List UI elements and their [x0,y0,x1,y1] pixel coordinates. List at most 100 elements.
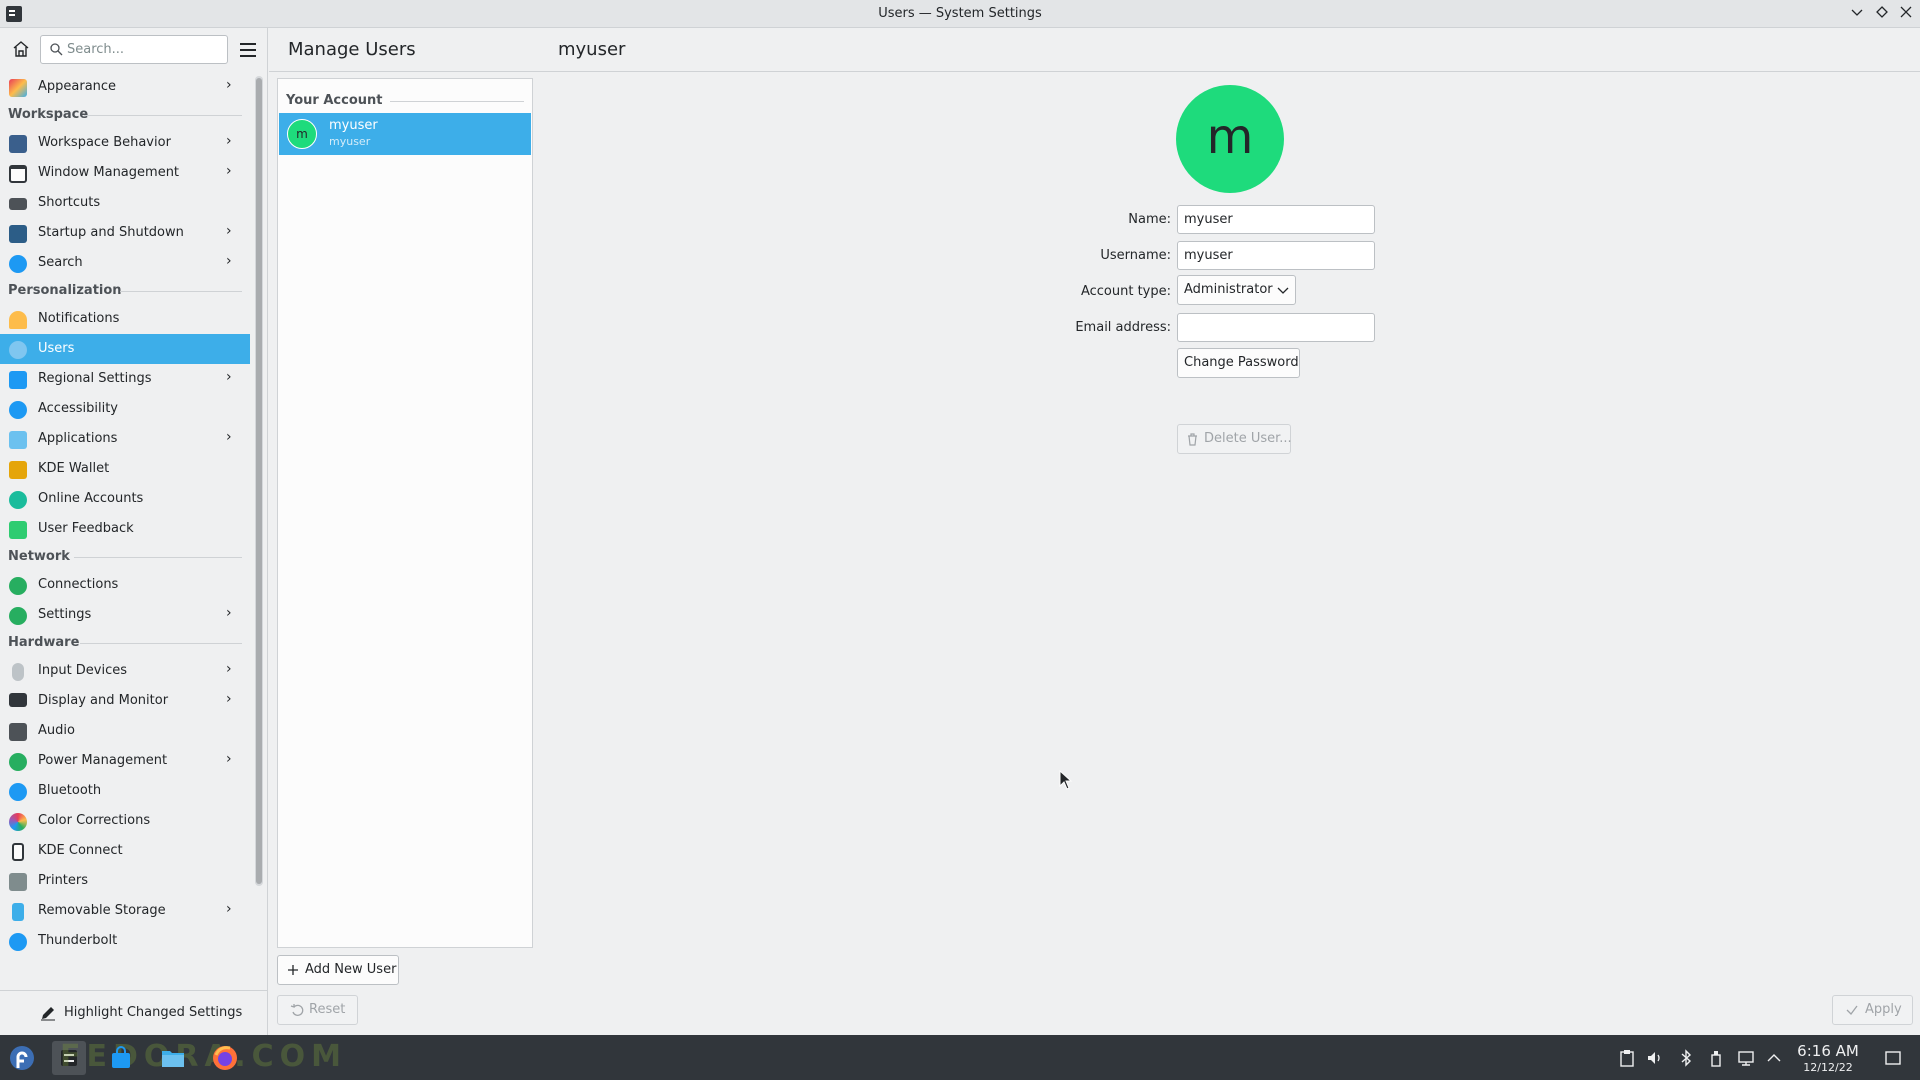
sidebar-item-users[interactable]: Users [0,334,250,364]
application-launcher-button[interactable] [5,1041,39,1075]
chevron-up-icon[interactable] [1765,1049,1783,1067]
sidebar-item-notifications[interactable]: Notifications [0,304,250,334]
sidebar-item-input-devices[interactable]: Input Devices › [0,656,250,686]
sidebar-item-shortcuts[interactable]: Shortcuts [0,188,250,218]
chevron-right-icon: › [226,369,232,385]
search-input[interactable] [67,40,222,59]
sidebar-item-regional-settings[interactable]: Regional Settings › [0,364,250,394]
bluetooth-icon [9,783,27,801]
sidebar-item-online-accounts[interactable]: Online Accounts [0,484,250,514]
sidebar: Appearance › Workspace Workspace Behavio… [0,28,268,1035]
email-field[interactable] [1177,313,1375,342]
usb-drive-icon[interactable] [1707,1049,1725,1067]
monitor-icon [9,693,27,707]
account-type-label: Account type: [1080,284,1171,299]
search-field[interactable] [40,35,228,64]
taskbar-firefox[interactable] [208,1041,242,1075]
show-desktop-icon[interactable] [1884,1049,1902,1067]
users-icon [9,341,27,359]
trash-icon [1188,433,1197,446]
plus-icon [288,965,298,975]
account-type-select[interactable]: Administrator [1177,275,1296,305]
sidebar-item-startup-shutdown[interactable]: Startup and Shutdown › [0,218,250,248]
reset-button[interactable]: Reset [277,995,358,1025]
sidebar-list: Appearance › Workspace Workspace Behavio… [0,72,250,980]
wallet-icon [9,461,27,479]
user-list: Your Account m myuser myuser [277,78,533,948]
mouse-icon [12,663,24,681]
sidebar-item-thunderbolt[interactable]: Thunderbolt [0,926,250,956]
usb-drive-icon [12,903,24,921]
sidebar-item-bluetooth[interactable]: Bluetooth [0,776,250,806]
sidebar-item-accessibility[interactable]: Accessibility [0,394,250,424]
sidebar-item-applications[interactable]: Applications › [0,424,250,454]
email-label: Email address: [1075,320,1171,335]
sidebar-item-connections[interactable]: Connections [0,570,250,600]
sidebar-item-search[interactable]: Search › [0,248,250,278]
sidebar-item-printers[interactable]: Printers [0,866,250,896]
add-new-user-button[interactable]: Add New User [277,955,399,985]
chevron-right-icon: › [226,901,232,917]
printer-icon [9,873,27,891]
apply-button[interactable]: Apply [1832,995,1913,1025]
sidebar-item-power-management[interactable]: Power Management › [0,746,250,776]
window-title: Users — System Settings [878,6,1042,21]
user-avatar-large[interactable]: m [1176,85,1284,193]
network-icon[interactable] [1737,1049,1755,1067]
volume-icon[interactable] [1646,1049,1664,1067]
sidebar-item-user-feedback[interactable]: User Feedback [0,514,250,544]
sidebar-item-window-management[interactable]: Window Management › [0,158,250,188]
pen-icon [41,1007,55,1021]
chevron-right-icon: › [226,605,232,621]
sidebar-item-display-monitor[interactable]: Display and Monitor › [0,686,250,716]
taskbar-file-manager[interactable] [156,1041,190,1075]
clock-time: 6:16 AM [1797,1042,1859,1060]
your-account-section-label: Your Account [286,93,383,108]
sidebar-item-appearance[interactable]: Appearance › [0,72,250,102]
digital-clock[interactable]: 6:16 AM 12/12/22 [1790,1042,1866,1074]
online-accounts-icon [9,491,27,509]
sidebar-item-removable-storage[interactable]: Removable Storage › [0,896,250,926]
clock-date: 12/12/22 [1803,1061,1853,1074]
window-management-icon [9,165,27,183]
startup-shutdown-icon [9,225,27,243]
bluetooth-icon[interactable] [1677,1049,1695,1067]
category-hardware: Hardware [8,632,242,654]
chevron-right-icon: › [226,429,232,445]
close-button[interactable] [1896,4,1916,24]
username-field[interactable] [1177,241,1375,270]
chevron-right-icon: › [226,661,232,677]
power-icon [9,753,27,771]
color-wheel-icon [9,813,27,831]
user-list-item[interactable]: m myuser myuser [279,113,531,155]
sidebar-item-kde-connect[interactable]: KDE Connect [0,836,250,866]
sidebar-item-color-corrections[interactable]: Color Corrections [0,806,250,836]
appearance-icon [9,79,27,97]
home-button[interactable] [10,38,32,60]
minimize-button[interactable] [1847,4,1867,24]
category-network: Network [8,546,242,568]
checkmark-icon [1846,1005,1858,1015]
taskbar: FEDORA.COM 6:16 AM 12/12/22 [0,1035,1920,1080]
taskbar-discover[interactable] [104,1041,138,1075]
change-password-button[interactable]: Change Password [1177,348,1300,378]
clipboard-icon[interactable] [1618,1049,1636,1067]
sidebar-item-audio[interactable]: Audio [0,716,250,746]
maximize-button[interactable] [1872,4,1892,24]
bell-icon [9,311,27,329]
name-field[interactable] [1177,205,1375,234]
folder-icon [162,1051,184,1067]
mouse-pointer-icon [1059,770,1073,790]
hamburger-menu-button[interactable] [238,40,258,60]
sidebar-scrollbar[interactable] [255,76,263,886]
user-login-name: myuser [329,135,371,148]
applications-icon [9,431,27,449]
delete-user-button[interactable]: Delete User... [1177,424,1292,454]
chevron-right-icon: › [226,133,232,149]
scrollbar-thumb[interactable] [256,78,262,884]
phone-icon [12,843,24,861]
sidebar-item-settings[interactable]: Settings › [0,600,250,630]
user-display-name: myuser [329,118,378,133]
sidebar-item-kde-wallet[interactable]: KDE Wallet [0,454,250,484]
sidebar-item-workspace-behavior[interactable]: Workspace Behavior › [0,128,250,158]
